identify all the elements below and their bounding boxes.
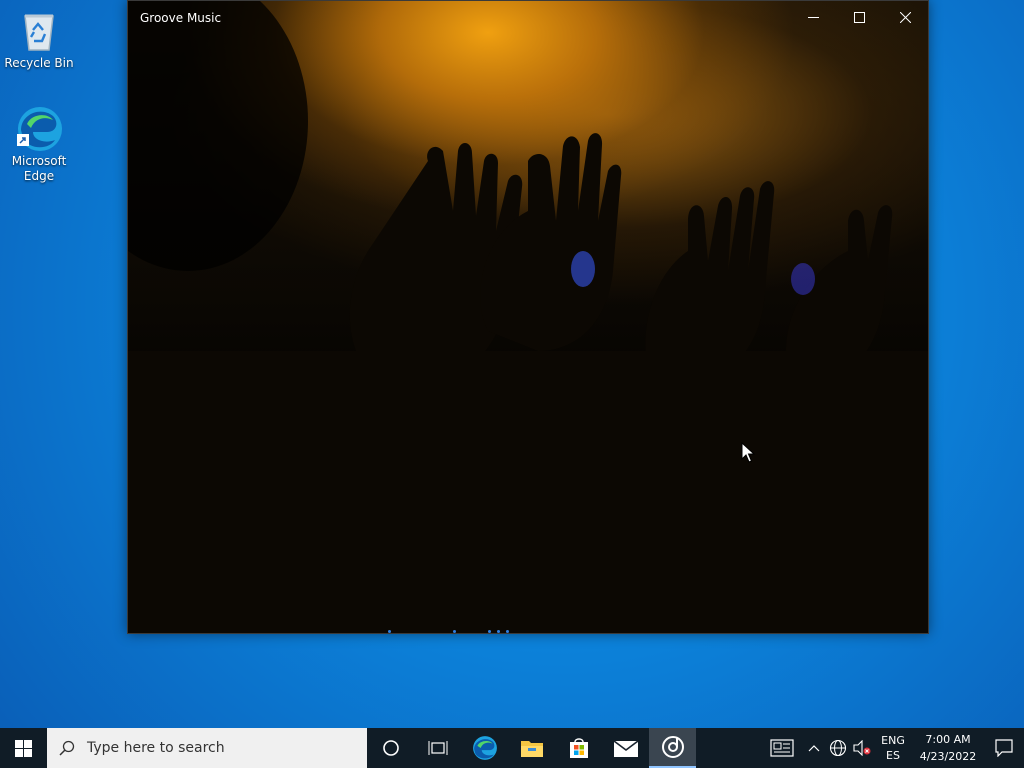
task-view-button[interactable] [414, 728, 461, 768]
news-icon [770, 739, 794, 757]
cortana-icon [382, 740, 399, 756]
input-language-indicator[interactable]: ENG ES [874, 733, 912, 763]
window-titlebar[interactable]: Groove Music [128, 1, 928, 34]
search-icon [47, 740, 87, 756]
close-button[interactable] [882, 1, 928, 34]
mail-icon [613, 740, 638, 757]
minimize-button[interactable] [790, 1, 836, 34]
taskbar-edge-button[interactable] [461, 728, 508, 768]
action-center-button[interactable] [984, 728, 1024, 768]
loading-dot [488, 630, 491, 633]
clock-date: 4/23/2022 [919, 750, 977, 763]
maximize-button[interactable] [836, 1, 882, 34]
file-explorer-button[interactable] [508, 728, 555, 768]
loading-dot [453, 630, 456, 633]
maximize-icon [853, 12, 865, 23]
volume-button[interactable] [850, 728, 874, 768]
edge-icon [15, 104, 63, 152]
window-title: Groove Music [140, 10, 222, 25]
system-tray: ENG ES 7:00 AM 4/23/2022 [762, 728, 1024, 768]
windows-logo-icon [15, 739, 32, 757]
recycle-bin-icon [15, 6, 63, 54]
chevron-up-icon [808, 745, 820, 752]
store-icon [569, 738, 588, 758]
notification-icon [995, 739, 1013, 757]
search-placeholder: Type here to search [87, 740, 225, 756]
taskbar: Type here to search ENG ES 7:00 AM 4/23/… [0, 728, 1024, 768]
search-box[interactable]: Type here to search [47, 728, 367, 768]
loading-dot [506, 630, 509, 633]
show-hidden-icons-button[interactable] [802, 728, 826, 768]
edge-icon [472, 736, 497, 760]
loading-dot [497, 630, 500, 633]
globe-icon [829, 739, 847, 757]
language-code: ENG [881, 734, 905, 747]
desktop-icon-label: Recycle Bin [4, 56, 74, 70]
keyboard-layout: ES [886, 749, 900, 762]
start-button[interactable] [0, 728, 47, 768]
mail-button[interactable] [602, 728, 649, 768]
clock[interactable]: 7:00 AM 4/23/2022 [912, 731, 984, 765]
groove-music-icon [661, 736, 684, 758]
desktop-icon-label: Microsoft Edge [11, 154, 67, 183]
folder-icon [520, 741, 543, 757]
loading-dot [388, 630, 391, 633]
network-button[interactable] [826, 728, 850, 768]
clock-time: 7:00 AM [925, 733, 971, 746]
cortana-button[interactable] [367, 728, 414, 768]
news-button[interactable] [762, 728, 802, 768]
loading-indicator [388, 630, 509, 633]
groove-music-taskbar-button[interactable] [649, 728, 696, 768]
minimize-icon [807, 17, 819, 18]
mouse-cursor-icon [741, 442, 755, 463]
close-icon [899, 12, 911, 23]
desktop-icon-recycle-bin[interactable]: Recycle Bin [1, 6, 77, 71]
groove-music-window[interactable]: Groove Music [127, 0, 929, 634]
desktop-icon-microsoft-edge[interactable]: Microsoft Edge [1, 104, 77, 184]
microsoft-store-button[interactable] [555, 728, 602, 768]
volume-muted-icon [853, 740, 871, 756]
album-art-background [128, 1, 928, 633]
task-view-icon [428, 741, 447, 755]
